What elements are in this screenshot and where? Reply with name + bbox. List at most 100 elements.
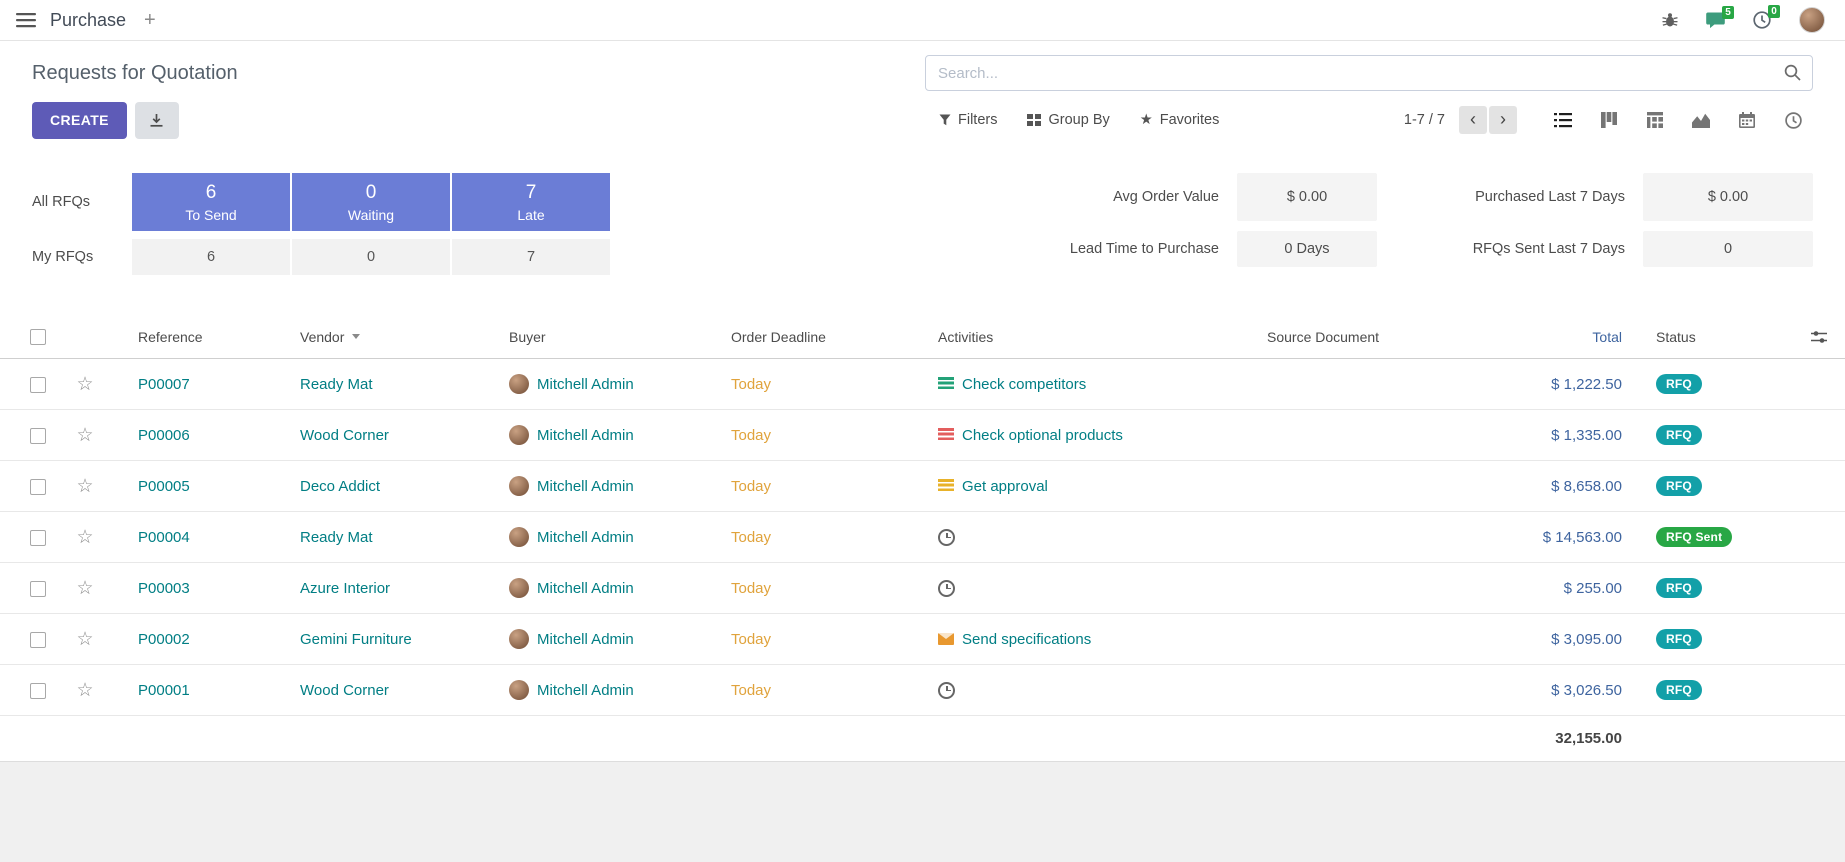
activity-view-button[interactable] <box>1773 104 1813 136</box>
search-input[interactable] <box>925 55 1813 91</box>
reference-link[interactable]: P00007 <box>138 376 190 393</box>
activity-label[interactable]: Send specifications <box>962 631 1091 648</box>
favorite-star-icon[interactable]: ☆ <box>76 425 93 446</box>
group-by-button[interactable]: Group By <box>1027 112 1109 128</box>
select-all-checkbox[interactable] <box>30 329 46 345</box>
filters-button[interactable]: Filters <box>939 112 997 128</box>
buyer-link[interactable]: Mitchell Admin <box>537 529 634 546</box>
plus-icon[interactable]: + <box>140 10 160 30</box>
activity-icon[interactable] <box>938 633 954 645</box>
row-checkbox[interactable] <box>30 530 46 546</box>
reference-link[interactable]: P00002 <box>138 631 190 648</box>
header-buyer[interactable]: Buyer <box>483 329 705 345</box>
optional-columns-button[interactable] <box>1793 330 1845 344</box>
buyer-link[interactable]: Mitchell Admin <box>537 376 634 393</box>
row-checkbox[interactable] <box>30 479 46 495</box>
tile-late[interactable]: 7 Late <box>452 173 610 231</box>
pager-previous-button[interactable]: ‹ <box>1459 106 1487 134</box>
kpi-lead-time[interactable]: 0 Days <box>1237 231 1377 267</box>
tile-to-send[interactable]: 6 To Send <box>132 173 290 231</box>
header-status[interactable]: Status <box>1648 329 1793 345</box>
header-reference[interactable]: Reference <box>112 329 274 345</box>
activity-icon[interactable] <box>938 682 955 699</box>
my-waiting-count[interactable]: 0 <box>292 239 450 275</box>
activity-label[interactable]: Check competitors <box>962 376 1086 393</box>
vendor-link[interactable]: Deco Addict <box>300 478 380 495</box>
debug-bug-icon[interactable] <box>1662 12 1678 28</box>
user-avatar[interactable] <box>1799 7 1825 33</box>
table-row[interactable]: ☆ P00002 Gemini Furniture Mitchell Admin… <box>0 614 1845 665</box>
activity-label[interactable]: Get approval <box>962 478 1048 495</box>
vendor-link[interactable]: Ready Mat <box>300 529 373 546</box>
activity-icon[interactable] <box>938 377 954 391</box>
app-name[interactable]: Purchase <box>50 10 126 31</box>
table-row[interactable]: ☆ P00001 Wood Corner Mitchell Admin Toda… <box>0 665 1845 716</box>
activity-icon[interactable] <box>938 580 955 597</box>
table-row[interactable]: ☆ P00006 Wood Corner Mitchell Admin Toda… <box>0 410 1845 461</box>
apps-menu-icon[interactable] <box>16 12 36 28</box>
header-source-document[interactable]: Source Document <box>1241 329 1473 345</box>
header-total[interactable]: Total <box>1473 329 1648 345</box>
favorite-star-icon[interactable]: ☆ <box>76 680 93 701</box>
activity-icon[interactable] <box>938 529 955 546</box>
vendor-link[interactable]: Wood Corner <box>300 682 389 699</box>
row-checkbox[interactable] <box>30 683 46 699</box>
buyer-avatar <box>509 374 529 394</box>
buyer-link[interactable]: Mitchell Admin <box>537 580 634 597</box>
kpi-avg-order-value[interactable]: $ 0.00 <box>1237 173 1377 221</box>
favorites-button[interactable]: ★ Favorites <box>1140 112 1220 128</box>
table-row[interactable]: ☆ P00003 Azure Interior Mitchell Admin T… <box>0 563 1845 614</box>
header-vendor[interactable]: Vendor <box>274 329 483 345</box>
my-to-send-count[interactable]: 6 <box>132 239 290 275</box>
all-rfqs-label[interactable]: All RFQs <box>32 194 130 210</box>
kpi-purchased-last-7-days[interactable]: $ 0.00 <box>1643 173 1813 221</box>
reference-link[interactable]: P00003 <box>138 580 190 597</box>
pivot-view-button[interactable] <box>1635 104 1675 136</box>
my-rfqs-label[interactable]: My RFQs <box>32 249 130 265</box>
row-checkbox[interactable] <box>30 428 46 444</box>
vendor-link[interactable]: Gemini Furniture <box>300 631 412 648</box>
list-view-button[interactable] <box>1543 104 1583 136</box>
header-order-deadline[interactable]: Order Deadline <box>705 329 912 345</box>
create-button[interactable]: CREATE <box>32 102 127 139</box>
activity-label[interactable]: Check optional products <box>962 427 1123 444</box>
tile-waiting[interactable]: 0 Waiting <box>292 173 450 231</box>
graph-view-button[interactable] <box>1681 104 1721 136</box>
kanban-view-button[interactable] <box>1589 104 1629 136</box>
favorite-star-icon[interactable]: ☆ <box>76 629 93 650</box>
vendor-link[interactable]: Ready Mat <box>300 376 373 393</box>
activities-clock-icon[interactable]: 0 <box>1753 11 1771 29</box>
table-row[interactable]: ☆ P00004 Ready Mat Mitchell Admin Today … <box>0 512 1845 563</box>
pager-next-button[interactable]: › <box>1489 106 1517 134</box>
purchase-app: Purchase + 5 0 Requests for Quotation <box>0 0 1845 762</box>
buyer-link[interactable]: Mitchell Admin <box>537 682 634 699</box>
row-checkbox[interactable] <box>30 377 46 393</box>
buyer-link[interactable]: Mitchell Admin <box>537 427 634 444</box>
table-row[interactable]: ☆ P00007 Ready Mat Mitchell Admin Today … <box>0 359 1845 410</box>
messages-icon[interactable]: 5 <box>1706 12 1725 29</box>
favorite-star-icon[interactable]: ☆ <box>76 374 93 395</box>
reference-link[interactable]: P00001 <box>138 682 190 699</box>
buyer-link[interactable]: Mitchell Admin <box>537 631 634 648</box>
export-button[interactable] <box>135 102 179 139</box>
buyer-link[interactable]: Mitchell Admin <box>537 478 634 495</box>
favorite-star-icon[interactable]: ☆ <box>76 578 93 599</box>
reference-link[interactable]: P00004 <box>138 529 190 546</box>
search-icon[interactable] <box>1784 64 1801 81</box>
favorite-star-icon[interactable]: ☆ <box>76 527 93 548</box>
header-activities[interactable]: Activities <box>912 329 1241 345</box>
vendor-link[interactable]: Wood Corner <box>300 427 389 444</box>
kpi-rfqs-sent[interactable]: 0 <box>1643 231 1813 267</box>
reference-link[interactable]: P00006 <box>138 427 190 444</box>
row-checkbox[interactable] <box>30 581 46 597</box>
reference-link[interactable]: P00005 <box>138 478 190 495</box>
activity-icon[interactable] <box>938 479 954 493</box>
my-late-count[interactable]: 7 <box>452 239 610 275</box>
table-body: ☆ P00007 Ready Mat Mitchell Admin Today … <box>0 359 1845 716</box>
activity-icon[interactable] <box>938 428 954 442</box>
table-row[interactable]: ☆ P00005 Deco Addict Mitchell Admin Toda… <box>0 461 1845 512</box>
vendor-link[interactable]: Azure Interior <box>300 580 390 597</box>
row-checkbox[interactable] <box>30 632 46 648</box>
calendar-view-button[interactable] <box>1727 104 1767 136</box>
favorite-star-icon[interactable]: ☆ <box>76 476 93 497</box>
